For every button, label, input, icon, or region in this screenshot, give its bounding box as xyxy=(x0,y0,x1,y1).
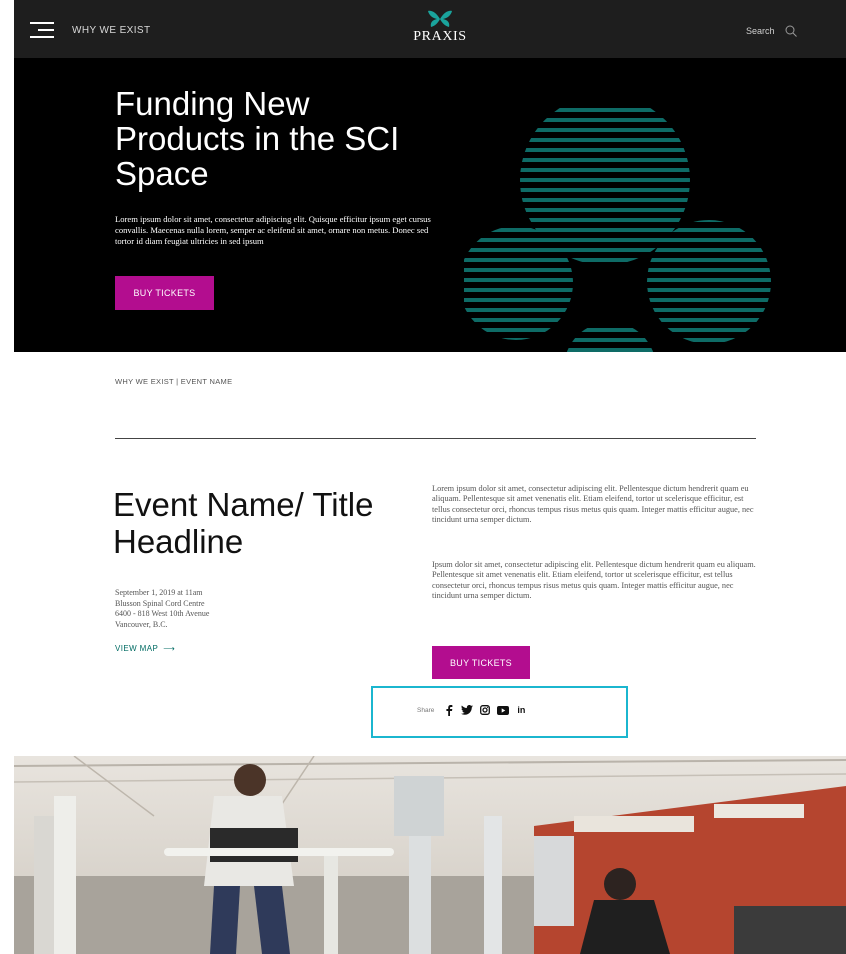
rehab-lab-photo xyxy=(14,756,846,954)
event-city: Vancouver, B.C. xyxy=(115,619,168,629)
hero-buy-tickets-button[interactable]: BUY TICKETS xyxy=(115,276,214,310)
hero-graphic xyxy=(464,108,771,352)
top-nav: WHY WE EXIST PRAXIS Search xyxy=(14,0,846,58)
view-map-label: VIEW MAP xyxy=(115,644,159,653)
event-address: 6400 - 818 West 10th Avenue xyxy=(115,609,210,618)
youtube-icon[interactable] xyxy=(496,703,510,717)
event-details: September 1, 2019 at 11am Blusson Spinal… xyxy=(115,588,209,630)
search-label[interactable]: Search xyxy=(746,26,775,36)
logo-text: PRAXIS xyxy=(413,29,467,44)
view-map-link[interactable]: VIEW MAP ⟶ xyxy=(115,644,175,653)
instagram-icon[interactable] xyxy=(478,703,492,717)
hero-photo xyxy=(14,756,846,954)
search-icon[interactable] xyxy=(784,24,798,38)
twitter-icon[interactable] xyxy=(460,703,474,717)
event-description-1: Lorem ipsum dolor sit amet, consectetur … xyxy=(432,484,754,524)
event-date: September 1, 2019 at 11am xyxy=(115,588,203,597)
event-buy-tickets-button[interactable]: BUY TICKETS xyxy=(432,646,530,679)
hero-body: Lorem ipsum dolor sit amet, consectetur … xyxy=(115,214,431,246)
facebook-icon[interactable] xyxy=(442,703,456,717)
menu-icon[interactable] xyxy=(30,22,54,38)
breadcrumb[interactable]: WHY WE EXIST | EVENT NAME xyxy=(115,377,232,386)
page-margin xyxy=(0,0,14,954)
nav-link-why-we-exist[interactable]: WHY WE EXIST xyxy=(72,25,151,36)
share-bar: Share in xyxy=(417,703,532,717)
logo[interactable]: PRAXIS xyxy=(395,10,485,45)
event-title: Event Name/ Title Headline xyxy=(113,486,374,560)
hero-banner: Funding New Products in the SCI Space Lo… xyxy=(14,58,846,352)
page: WHY WE EXIST PRAXIS Search Funding New P… xyxy=(14,0,846,954)
linkedin-icon[interactable]: in xyxy=(514,703,528,717)
share-label: Share xyxy=(417,706,435,714)
arrow-right-icon: ⟶ xyxy=(160,644,176,653)
divider xyxy=(115,438,756,439)
hero-title: Funding New Products in the SCI Space xyxy=(115,85,400,192)
event-venue: Blusson Spinal Cord Centre xyxy=(115,598,205,608)
event-description-2: Ipsum dolor sit amet, consectetur adipis… xyxy=(432,560,756,600)
butterfly-logo-icon xyxy=(428,10,452,27)
